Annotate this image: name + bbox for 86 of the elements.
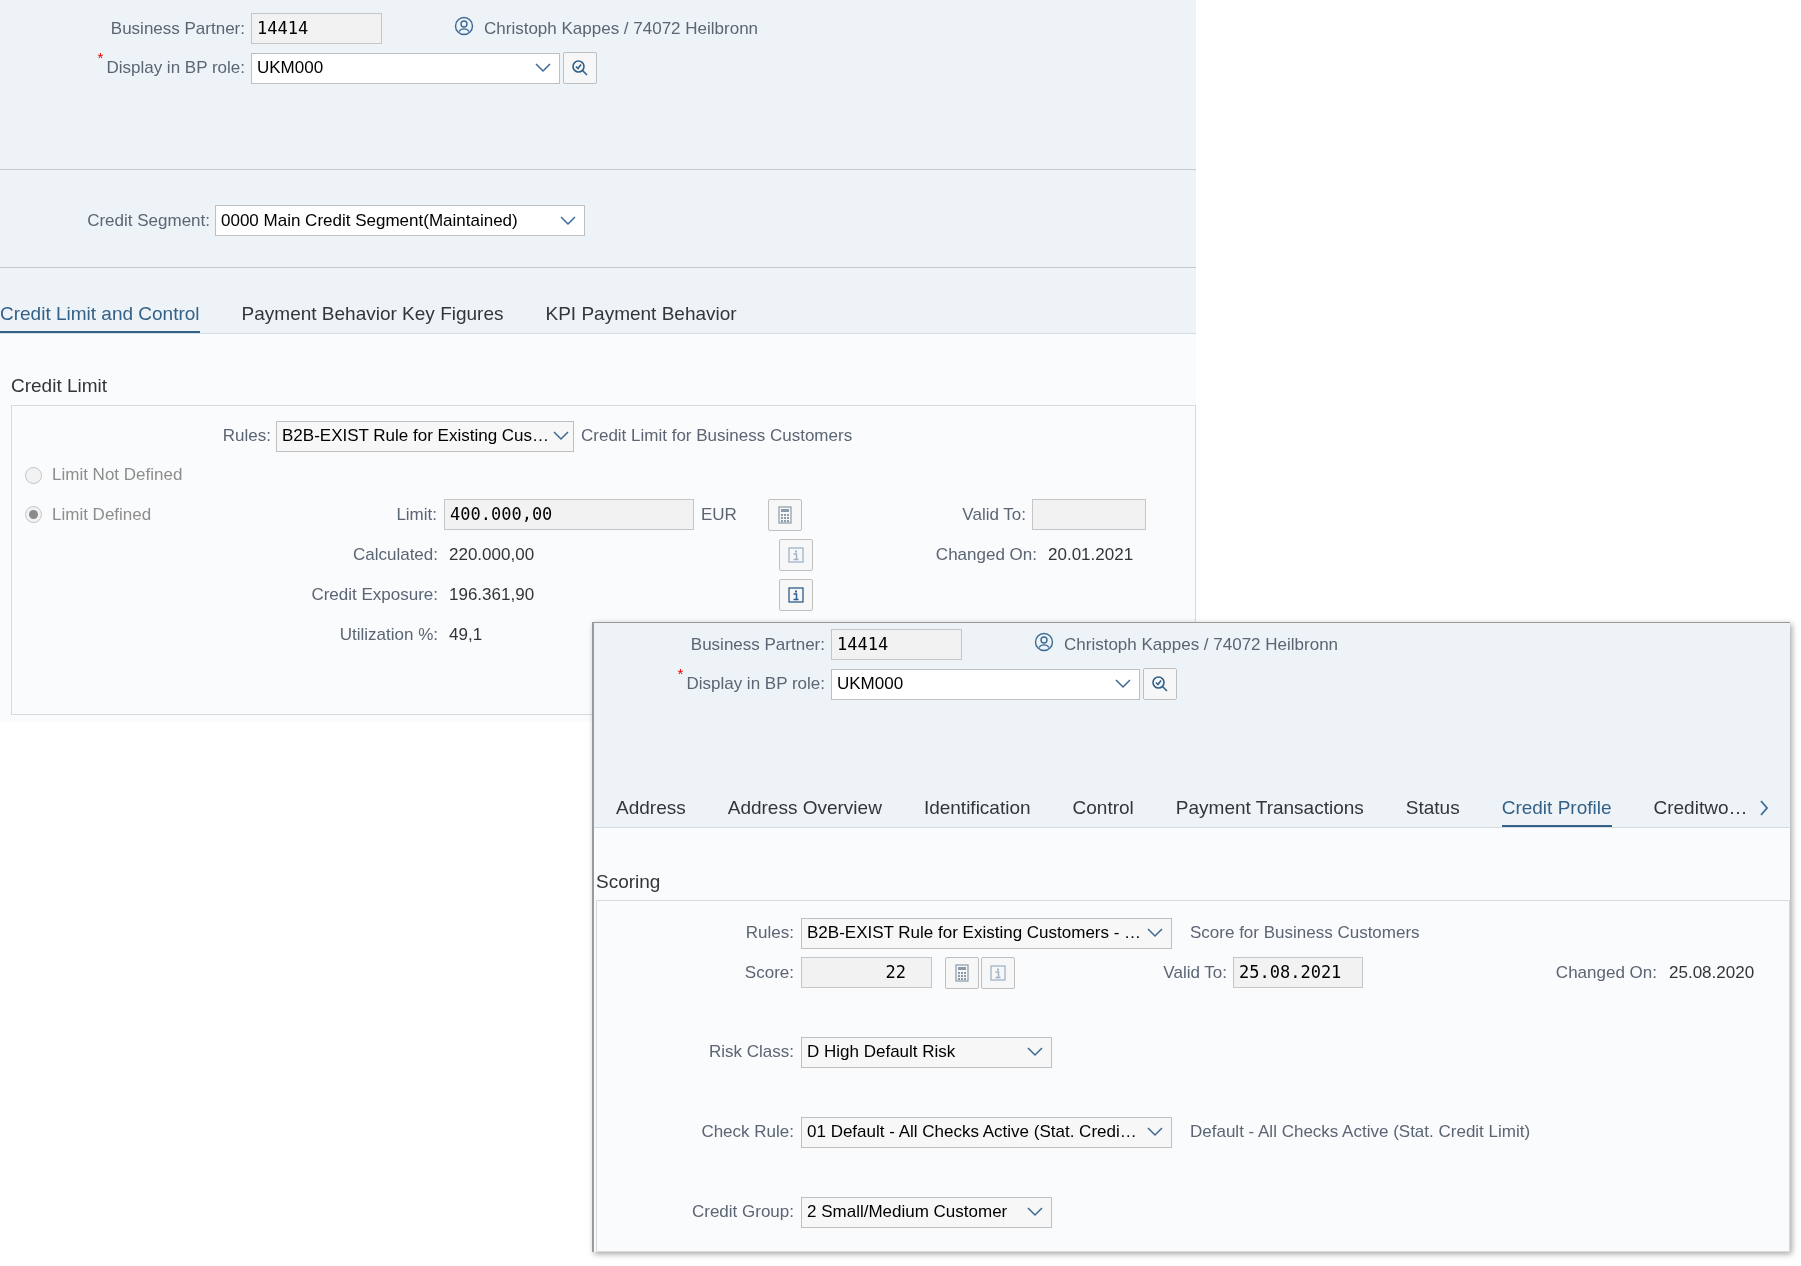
input-field[interactable]: 14414	[251, 13, 382, 44]
input-field[interactable]: 400.000,00	[444, 499, 694, 530]
field-label: Rules:	[222, 425, 271, 448]
tab[interactable]: Control	[1072, 791, 1134, 827]
info-icon	[788, 586, 804, 603]
field-label: Limit:	[396, 503, 437, 526]
section-title: Credit Limit	[11, 374, 108, 398]
input-field[interactable]	[1032, 499, 1146, 530]
chevron-down-icon	[1147, 1127, 1163, 1137]
field-label: Changed On:	[1555, 961, 1657, 984]
info-icon	[788, 546, 804, 563]
calculator-icon	[778, 505, 792, 524]
chevron-down-icon	[1027, 1047, 1043, 1057]
rule-description: Score for Business Customers	[1190, 922, 1420, 945]
person-icon	[1034, 631, 1054, 652]
dropdown[interactable]: UKM000	[251, 52, 560, 84]
calculator-icon	[955, 963, 969, 982]
info-icon	[990, 964, 1006, 981]
field-label: Score:	[744, 961, 794, 984]
search-icon	[1151, 675, 1169, 693]
tab[interactable]: Address	[616, 791, 686, 827]
field-label: Check Rule:	[701, 1121, 794, 1144]
radio-label: Limit Defined	[52, 503, 152, 526]
radio-label: Limit Not Defined	[52, 464, 183, 487]
search-button[interactable]	[563, 52, 597, 84]
field-label: Valid To:	[1163, 961, 1227, 984]
radio-button[interactable]	[25, 506, 42, 523]
field-label: Credit Segment:	[87, 209, 210, 232]
person-icon	[454, 15, 474, 36]
dropdown[interactable]: B2B-EXIST Rule for Existing Cus…	[276, 420, 574, 452]
tab[interactable]: Payment Behavior Key Figures	[241, 297, 504, 333]
calculator-button[interactable]	[945, 956, 979, 989]
search-icon	[571, 59, 589, 77]
tab[interactable]: KPI Payment Behavior	[545, 297, 737, 333]
field-label: Rules:	[745, 922, 794, 945]
dropdown[interactable]: 2 Small/Medium Customer	[801, 1196, 1052, 1228]
tab[interactable]: Status	[1405, 791, 1460, 827]
field-label: Calculated:	[352, 543, 438, 566]
input-field[interactable]: 22	[801, 957, 932, 988]
field-label: Valid To:	[962, 503, 1026, 526]
chevron-down-icon	[1147, 928, 1163, 938]
search-button[interactable]	[1143, 668, 1177, 700]
dropdown[interactable]: 0000 Main Credit Segment(Maintained)	[215, 205, 585, 236]
chevron-right-icon	[1759, 799, 1770, 817]
radio-button[interactable]	[25, 466, 42, 484]
dropdown[interactable]: 01 Default - All Checks Active (Stat. Credi…	[801, 1116, 1172, 1148]
field-value: 25.08.2020	[1669, 962, 1755, 982]
field-value: 220.000,00	[449, 544, 535, 564]
chevron-down-icon	[1027, 1207, 1043, 1217]
tab[interactable]: Payment Transactions	[1175, 791, 1364, 827]
chevron-down-icon	[535, 63, 551, 73]
field-label: Changed On:	[935, 543, 1037, 566]
rule-description: Default - All Checks Active (Stat. Credit Limit)	[1190, 1121, 1531, 1144]
dropdown[interactable]: D High Default Risk	[801, 1036, 1052, 1068]
chevron-down-icon	[560, 215, 576, 226]
field-value: 49,1	[449, 624, 483, 644]
tab[interactable]: Credit Limit and Control	[0, 297, 200, 333]
required-mark: *	[677, 664, 684, 685]
field-label: Credit Group:	[691, 1201, 794, 1224]
field-label: Credit Exposure:	[311, 583, 438, 606]
dropdown[interactable]: UKM000	[831, 668, 1140, 700]
dropdown[interactable]: B2B-EXIST Rule for Existing Customers - …	[801, 917, 1172, 949]
field-label: Business Partner:	[110, 17, 245, 40]
input-field[interactable]: 25.08.2021	[1233, 957, 1363, 988]
info-button[interactable]	[779, 578, 813, 611]
input-field[interactable]: 14414	[831, 629, 962, 660]
tab[interactable]: Identification	[923, 791, 1031, 827]
field-label: Risk Class:	[709, 1041, 794, 1064]
chevron-down-icon	[1115, 679, 1131, 689]
partner-name: Christoph Kappes / 74072 Heilbronn	[484, 17, 759, 40]
field-label: Business Partner:	[690, 633, 825, 656]
chevron-down-icon	[553, 431, 570, 441]
field-label: Utilization %:	[339, 623, 438, 646]
section-title: Scoring	[596, 870, 661, 894]
tab[interactable]: Address Overview	[727, 791, 882, 827]
rule-description: Credit Limit for Business Customers	[581, 425, 853, 448]
required-mark: *	[97, 48, 104, 69]
field-label: Display in BP role:	[106, 57, 245, 80]
field-value: 20.01.2021	[1048, 544, 1134, 564]
tab[interactable]: Creditwo…	[1653, 791, 1748, 827]
field-label: Display in BP role:	[686, 673, 825, 696]
field-value: 196.361,90	[449, 584, 535, 604]
calculator-button[interactable]	[768, 498, 802, 531]
tab[interactable]: Credit Profile	[1501, 791, 1612, 827]
partner-name: Christoph Kappes / 74072 Heilbronn	[1064, 633, 1339, 656]
currency: EUR	[701, 504, 737, 524]
